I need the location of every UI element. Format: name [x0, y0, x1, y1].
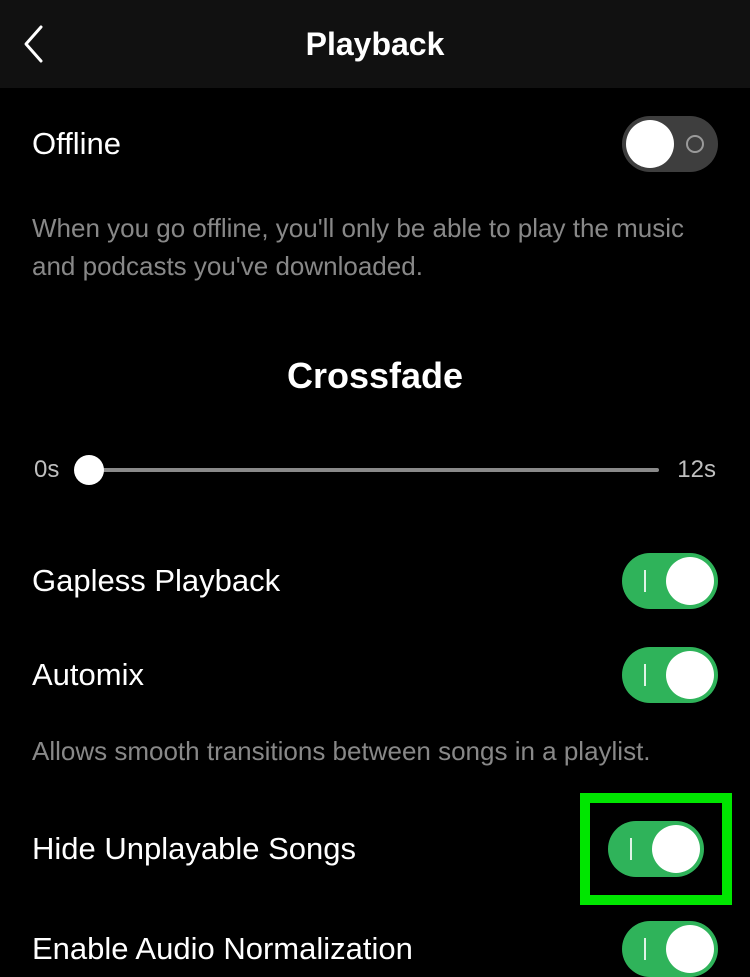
setting-row-audio-normalization: Enable Audio Normalization [32, 905, 718, 977]
back-button[interactable] [22, 0, 44, 88]
crossfade-slider-row: 0s 12s [32, 455, 718, 485]
chevron-left-icon [22, 24, 44, 64]
slider-thumb [74, 455, 104, 485]
crossfade-min-label: 0s [34, 456, 59, 484]
setting-row-offline: Offline [32, 88, 718, 172]
setting-row-hide-unplayable: Hide Unplayable Songs [32, 775, 732, 905]
settings-content: Offline When you go offline, you'll only… [0, 88, 750, 977]
toggle-knob [666, 651, 714, 699]
offline-label: Offline [32, 126, 121, 162]
toggle-knob [666, 925, 714, 973]
toggle-on-indicator [630, 838, 632, 860]
audio-norm-label: Enable Audio Normalization [32, 931, 413, 967]
toggle-knob [652, 825, 700, 873]
toggle-on-indicator [644, 938, 646, 960]
setting-row-gapless: Gapless Playback [32, 511, 718, 609]
automix-description: Allows smooth transitions between songs … [32, 733, 718, 771]
crossfade-heading: Crossfade [32, 355, 718, 397]
page-title: Playback [0, 26, 750, 63]
automix-toggle[interactable] [622, 647, 718, 703]
setting-row-automix: Automix [32, 609, 718, 703]
gapless-label: Gapless Playback [32, 563, 280, 599]
header: Playback [0, 0, 750, 88]
highlight-annotation [580, 793, 732, 905]
toggle-knob [666, 557, 714, 605]
crossfade-slider[interactable] [77, 455, 659, 485]
toggle-on-indicator [644, 570, 646, 592]
hide-unplayable-toggle[interactable] [608, 821, 704, 877]
toggle-off-indicator [686, 135, 704, 153]
audio-norm-toggle[interactable] [622, 921, 718, 977]
offline-toggle[interactable] [622, 116, 718, 172]
automix-label: Automix [32, 657, 144, 693]
gapless-toggle[interactable] [622, 553, 718, 609]
hide-unplayable-label: Hide Unplayable Songs [32, 831, 356, 867]
toggle-knob [626, 120, 674, 168]
crossfade-max-label: 12s [677, 456, 716, 484]
offline-description: When you go offline, you'll only be able… [32, 210, 718, 285]
toggle-on-indicator [644, 664, 646, 686]
slider-track [77, 468, 659, 472]
